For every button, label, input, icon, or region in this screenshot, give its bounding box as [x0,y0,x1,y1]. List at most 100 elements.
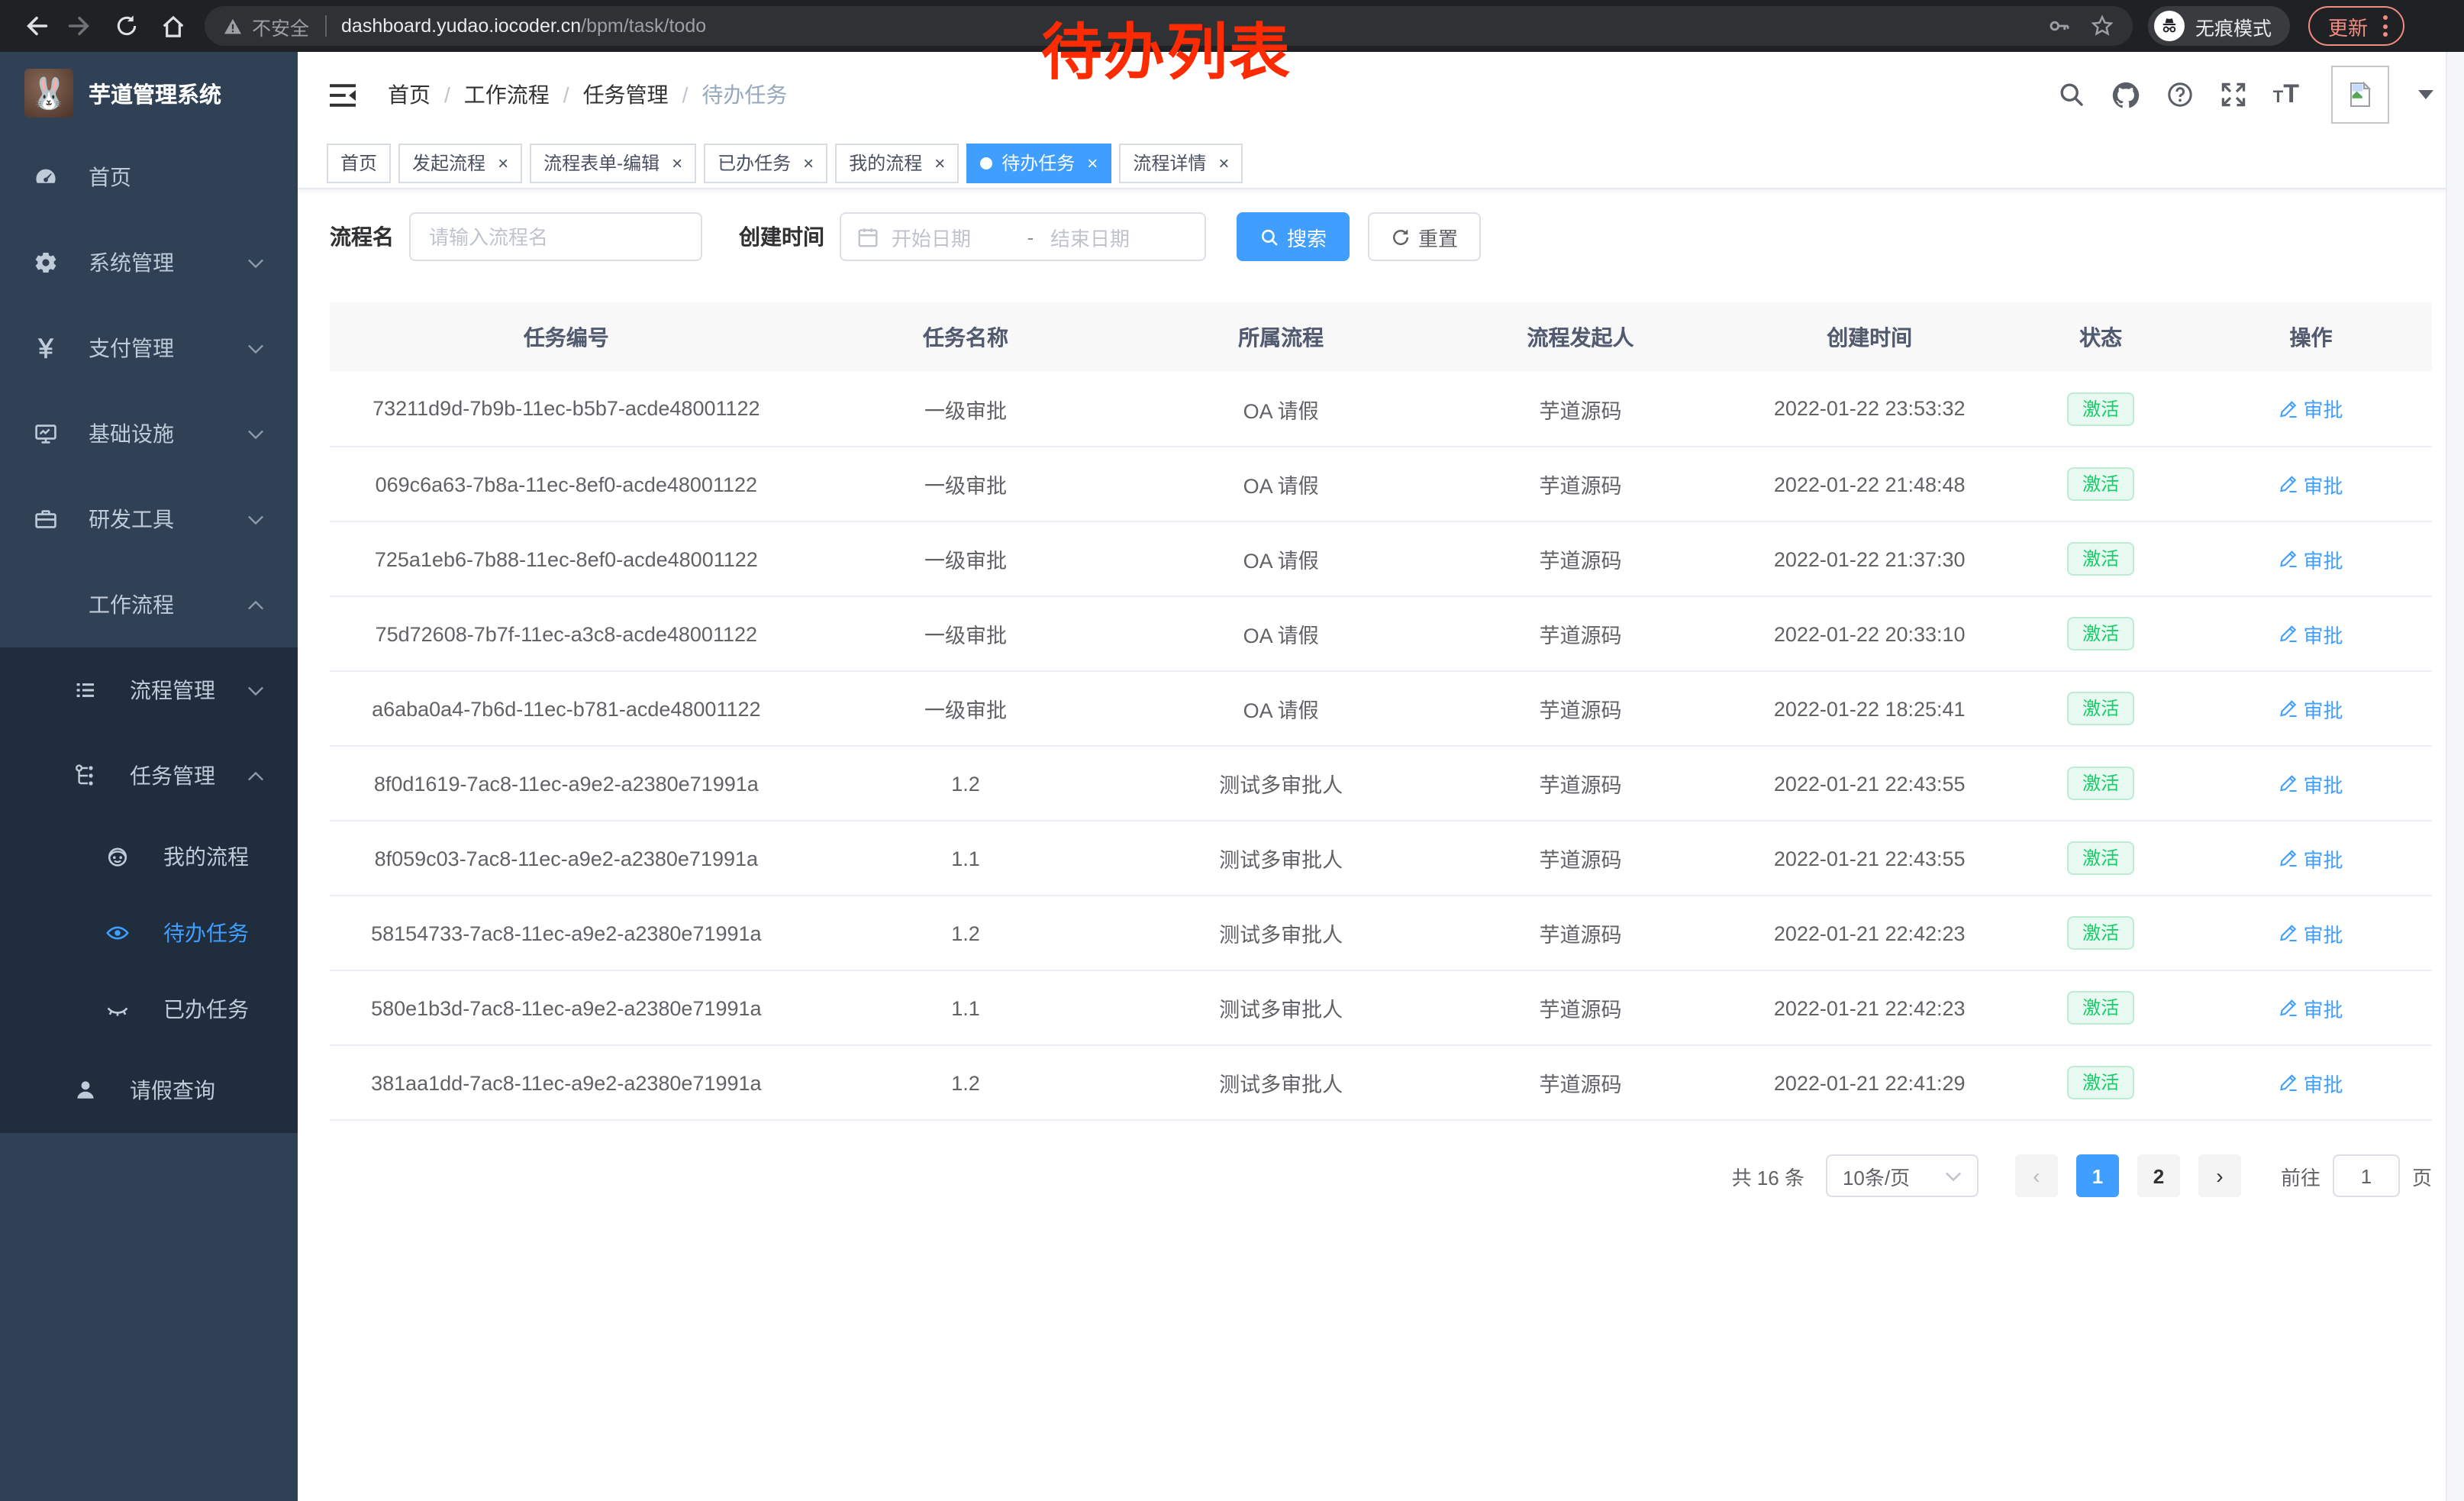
close-icon[interactable]: × [1218,152,1229,173]
breadcrumb-item[interactable]: 首页 [388,79,431,110]
page-size-select[interactable]: 10条/页 [1826,1154,1979,1197]
close-icon[interactable]: × [498,152,508,173]
cell-task-id: 58154733-7ac8-11ec-a9e2-a2380e71991a [330,922,803,944]
sidebar-item-workflow[interactable]: 工作流程 [0,562,298,647]
security-label: 不安全 [252,11,309,40]
tab-active-tag[interactable]: 待办任务× [966,143,1111,182]
status-badge: 激活 [2067,542,2134,576]
sidebar-item-system[interactable]: 系统管理 [0,220,298,305]
search-icon[interactable] [2058,81,2085,108]
reload-button[interactable] [107,6,147,46]
cell-task-id: 381aa1dd-7ac8-11ec-a9e2-a2380e71991a [330,1071,803,1094]
next-page-button[interactable]: › [2198,1154,2241,1197]
cell-starter: 芋道源码 [1434,768,1728,799]
tag-label: 流程表单-编辑 [543,150,660,176]
bookmark-star-icon[interactable] [2090,14,2114,38]
cell-process: OA 请假 [1128,693,1433,724]
status-badge: 激活 [2067,841,2134,875]
sidebar-item-todo-task[interactable]: 待办任务 [0,895,298,971]
sidebar-item-devtools[interactable]: 研发工具 [0,476,298,562]
sidebar-item-infra[interactable]: 基础设施 [0,391,298,476]
reset-button[interactable]: 重置 [1368,212,1481,261]
cell-starter: 芋道源码 [1434,918,1728,948]
browser-update-button[interactable]: 更新 [2308,6,2404,46]
approve-link[interactable]: 审批 [2279,544,2343,573]
approve-link[interactable]: 审批 [2279,619,2343,648]
sidebar-item-payment[interactable]: 支付管理 [0,305,298,391]
search-button[interactable]: 搜索 [1237,212,1350,261]
close-icon[interactable]: × [1087,152,1098,173]
prev-page-button[interactable]: ‹ [2015,1154,2058,1197]
pencil-icon [2279,475,2297,493]
cell-status: 激活 [2011,1066,2190,1099]
tab-tag[interactable]: 已办任务× [704,143,827,182]
approve-link[interactable]: 审批 [2279,918,2343,947]
page-button-1[interactable]: 1 [2076,1154,2119,1197]
approve-link[interactable]: 审批 [2279,844,2343,873]
tab-tag[interactable]: 我的流程× [835,143,959,182]
goto-page-input[interactable] [2333,1154,2400,1197]
fullscreen-icon[interactable] [2220,81,2247,108]
sidebar-collapse-button[interactable] [322,82,363,108]
sidebar-item-leave-query[interactable]: 请假查询 [0,1047,298,1133]
approve-link[interactable]: 审批 [2279,470,2343,499]
scrollbar[interactable] [2446,52,2464,1501]
breadcrumb-item[interactable]: 工作流程 [464,79,550,110]
tab-tag[interactable]: 发起流程× [398,143,522,182]
tab-tag[interactable]: 流程表单-编辑 × [530,143,696,182]
cell-process: 测试多审批人 [1128,843,1433,873]
close-icon[interactable]: × [672,152,682,173]
sidebar-item-done-task[interactable]: 已办任务 [0,971,298,1047]
approve-link[interactable]: 审批 [2279,1068,2343,1097]
process-name-input[interactable] [409,212,702,261]
forward-button[interactable] [61,6,101,46]
dashboard-icon [34,165,58,189]
approve-link[interactable]: 审批 [2279,993,2343,1022]
cell-status: 激活 [2011,617,2190,650]
breadcrumb-item[interactable]: 任务管理 [583,79,669,110]
avatar[interactable] [2331,66,2389,124]
breadcrumb-separator: / [682,82,689,107]
tags-bar: 首页发起流程×流程表单-编辑×已办任务×我的流程×待办任务×流程详情× [298,137,2464,189]
close-icon[interactable]: × [934,152,945,173]
back-button[interactable] [15,6,55,46]
tab-tag[interactable]: 流程详情× [1119,143,1243,182]
avatar-dropdown-caret-icon[interactable] [2418,90,2433,99]
approve-link-label: 审批 [2303,993,2343,1022]
sidebar: 🐰 芋道管理系统 首页系统管理支付管理基础设施研发工具工作流程流程管理任务管理我… [0,52,298,1501]
sidebar-item-process-mgmt[interactable]: 流程管理 [0,647,298,733]
github-icon[interactable] [2111,80,2140,109]
menu-dots-icon[interactable] [2380,15,2391,37]
help-icon[interactable] [2166,81,2194,108]
approve-link[interactable]: 审批 [2279,769,2343,798]
page-button-2[interactable]: 2 [2137,1154,2180,1197]
approve-link[interactable]: 审批 [2279,394,2343,423]
page-suffix-label: 页 [2412,1161,2432,1190]
column-header: 状态 [2011,321,2190,352]
cell-create-time: 2022-01-21 22:43:55 [1727,847,2011,870]
sidebar-item-home[interactable]: 首页 [0,134,298,220]
password-key-icon[interactable] [2047,14,2072,38]
cell-create-time: 2022-01-22 21:37:30 [1727,547,2011,570]
reset-button-label: 重置 [1418,222,1458,251]
cell-action: 审批 [2190,619,2432,648]
approve-link[interactable]: 审批 [2279,694,2343,723]
cell-starter: 芋道源码 [1434,393,1728,424]
cell-action: 审批 [2190,993,2432,1022]
create-time-label: 创建时间 [739,221,824,252]
cell-starter: 芋道源码 [1434,618,1728,649]
cell-task-id: a6aba0a4-7b6d-11ec-b781-acde48001122 [330,697,803,720]
cell-task-name: 1.1 [803,996,1129,1019]
sidebar-item-my-process[interactable]: 我的流程 [0,818,298,895]
sidebar-item-task-mgmt[interactable]: 任务管理 [0,733,298,818]
tab-tag[interactable]: 首页 [327,143,391,182]
table-body: 73211d9d-7b9b-11ec-b5b7-acde48001122一级审批… [330,371,2432,1119]
font-size-icon[interactable]: TT [2273,79,2299,110]
incognito-icon [2154,11,2185,41]
url-bar[interactable]: 不安全 dashboard.yudao.iocoder.cn/bpm/task/… [205,6,2133,46]
date-range-picker[interactable]: 开始日期 - 结束日期 [840,212,1206,261]
home-button[interactable] [153,6,192,46]
yen-icon [34,336,58,360]
app-logo[interactable]: 🐰 芋道管理系统 [0,52,298,134]
close-icon[interactable]: × [803,152,814,173]
